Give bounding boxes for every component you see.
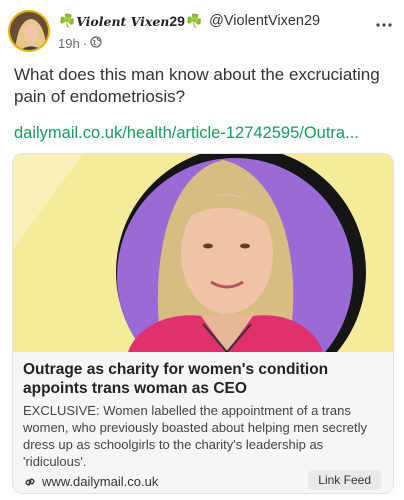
card-description: EXCLUSIVE: Women labelled the appointmen…: [23, 403, 367, 469]
globe-icon: [90, 36, 102, 51]
card-url-row[interactable]: www.dailymail.co.uk: [23, 474, 158, 489]
card-title[interactable]: Outrage as charity for women's condition…: [23, 360, 387, 398]
post-text: What does this man know about the excruc…: [14, 65, 380, 106]
avatar[interactable]: [8, 10, 50, 52]
post-time[interactable]: 19h: [58, 36, 80, 51]
post-header: ☘️ Violent Vixen29 ☘️ @ViolentVixen29 19…: [0, 0, 404, 60]
author-display-name[interactable]: Violent Vixen29: [76, 13, 185, 29]
author-name-row[interactable]: ☘️ Violent Vixen29 ☘️ @ViolentVixen29: [58, 13, 320, 29]
link-icon: [23, 475, 37, 489]
separator-dot: ·: [82, 36, 88, 51]
more-options-icon[interactable]: [376, 12, 392, 30]
post-meta: 19h ·: [58, 36, 102, 51]
link-feed-button[interactable]: Link Feed: [308, 470, 381, 490]
shamrock-icon: ☘️: [59, 13, 76, 28]
link-preview-card[interactable]: Outrage as charity for women's condition…: [12, 153, 394, 494]
card-footer: www.dailymail.co.uk Link Feed: [23, 470, 385, 492]
author-handle[interactable]: @ViolentVixen29: [209, 13, 320, 29]
author-display-name-text: Violent Vixen: [76, 14, 170, 29]
shamrock-icon: ☘️: [185, 13, 203, 28]
author-display-name-number: 29: [169, 13, 185, 29]
post-link[interactable]: dailymail.co.uk/health/article-12742595/…: [14, 124, 394, 143]
card-url[interactable]: www.dailymail.co.uk: [42, 474, 158, 489]
card-image[interactable]: [13, 154, 393, 352]
